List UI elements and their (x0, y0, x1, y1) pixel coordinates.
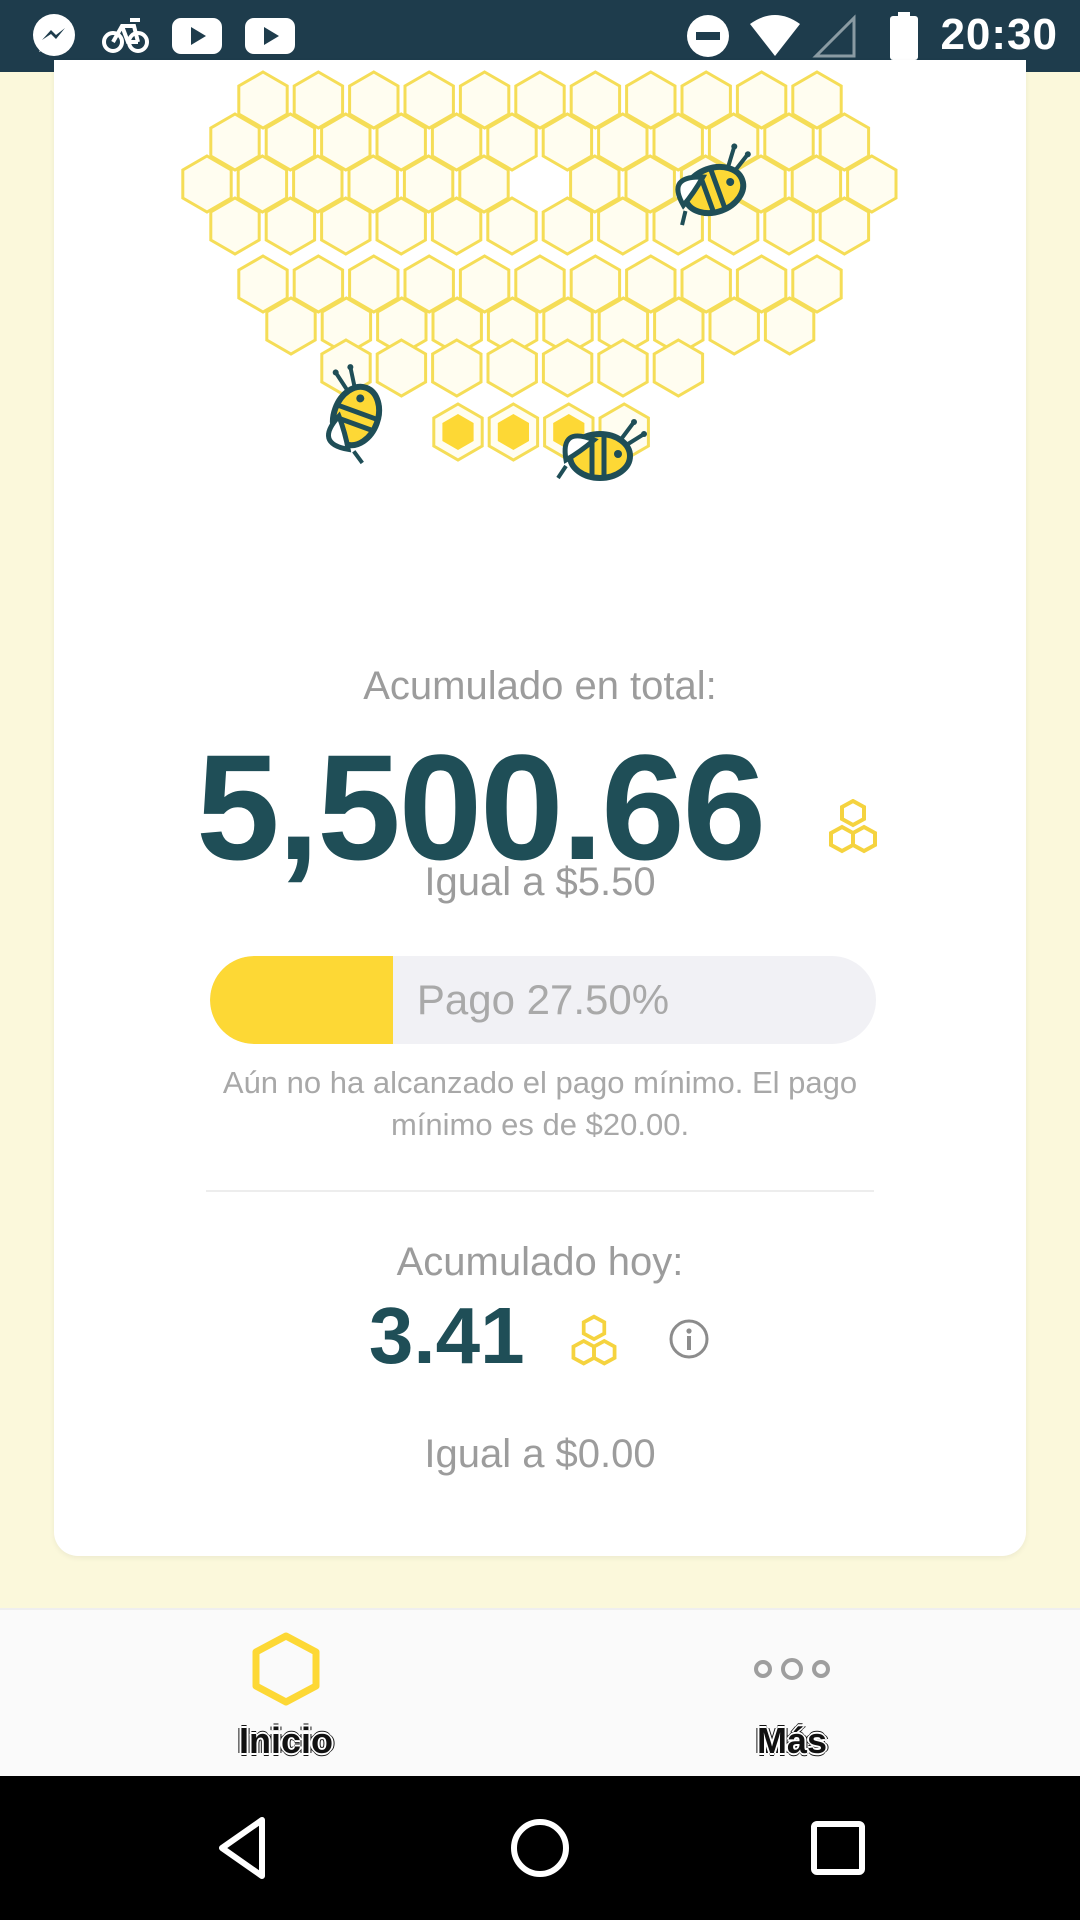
honeycomb-cell (597, 196, 649, 256)
total-equivalent: Igual a $5.50 (424, 860, 656, 904)
honeycomb-cell (430, 196, 483, 256)
honeycomb-cell (431, 338, 483, 398)
honeycomb-cell (375, 196, 427, 256)
honeycomb-cell (597, 338, 649, 398)
more-dots-icon (754, 1658, 830, 1680)
nav-item-mas[interactable]: Más (642, 1610, 942, 1778)
bottom-navigation: Inicio Más (0, 1608, 1080, 1778)
youtube-icon (245, 18, 295, 54)
honeycomb-illustration (181, 70, 898, 481)
honeycomb-cell (486, 338, 538, 398)
honeycomb-cell (486, 196, 538, 256)
rewards-card: Acumulado en total: 5,500.66 Igual a $5.… (54, 60, 1026, 1556)
honeycomb-cell (541, 338, 594, 398)
honeycomb-cell (320, 196, 372, 256)
honey-cells-icon (571, 1314, 617, 1366)
youtube-icon (172, 18, 222, 54)
recents-icon[interactable] (806, 1806, 870, 1890)
progress-label: Pago 27.50% (416, 976, 670, 1023)
today-equivalent: Igual a $0.00 (424, 1432, 656, 1476)
nav-label-mas: Más (756, 1720, 828, 1761)
wifi-icon (750, 15, 800, 56)
today-value: 3.41 (368, 1290, 525, 1380)
honeycomb-cell (264, 196, 317, 256)
honeycomb-cell (375, 338, 428, 398)
honeycomb-cell (652, 338, 705, 398)
info-icon[interactable] (667, 1317, 711, 1361)
honeycomb-cell (763, 296, 816, 356)
minimum-payment-message: Aún no ha alcanzado el pago mínimo. El p… (222, 1065, 858, 1142)
today-amount-row: 3.41 (54, 1280, 1026, 1386)
honeycomb-cell (708, 296, 760, 356)
payment-progress-bar: Pago 27.50% (210, 956, 876, 1044)
signal-icon (812, 14, 856, 58)
honeycomb-cell (541, 196, 594, 256)
messenger-icon (33, 14, 75, 56)
nav-item-inicio[interactable]: Inicio (136, 1610, 436, 1778)
back-icon[interactable] (210, 1806, 274, 1890)
battery-icon (890, 12, 918, 60)
home-icon[interactable] (508, 1806, 572, 1890)
system-navigation-bar (0, 1776, 1080, 1920)
do-not-disturb-icon (687, 15, 729, 57)
total-label: Acumulado en total: (363, 664, 717, 708)
honey-cells-icon (828, 799, 877, 854)
today-label: Acumulado hoy: (396, 1240, 684, 1284)
bike-app-icon (102, 18, 149, 53)
honeycomb-cell (818, 196, 871, 256)
divider (206, 1190, 874, 1192)
honeycomb-cell (265, 296, 317, 356)
honeycomb-cell (209, 196, 261, 256)
status-time: 20:30 (940, 10, 1058, 59)
nav-label-inicio: Inicio (238, 1720, 333, 1761)
honeycomb-cell (763, 196, 815, 256)
hexagon-icon (252, 1632, 320, 1706)
